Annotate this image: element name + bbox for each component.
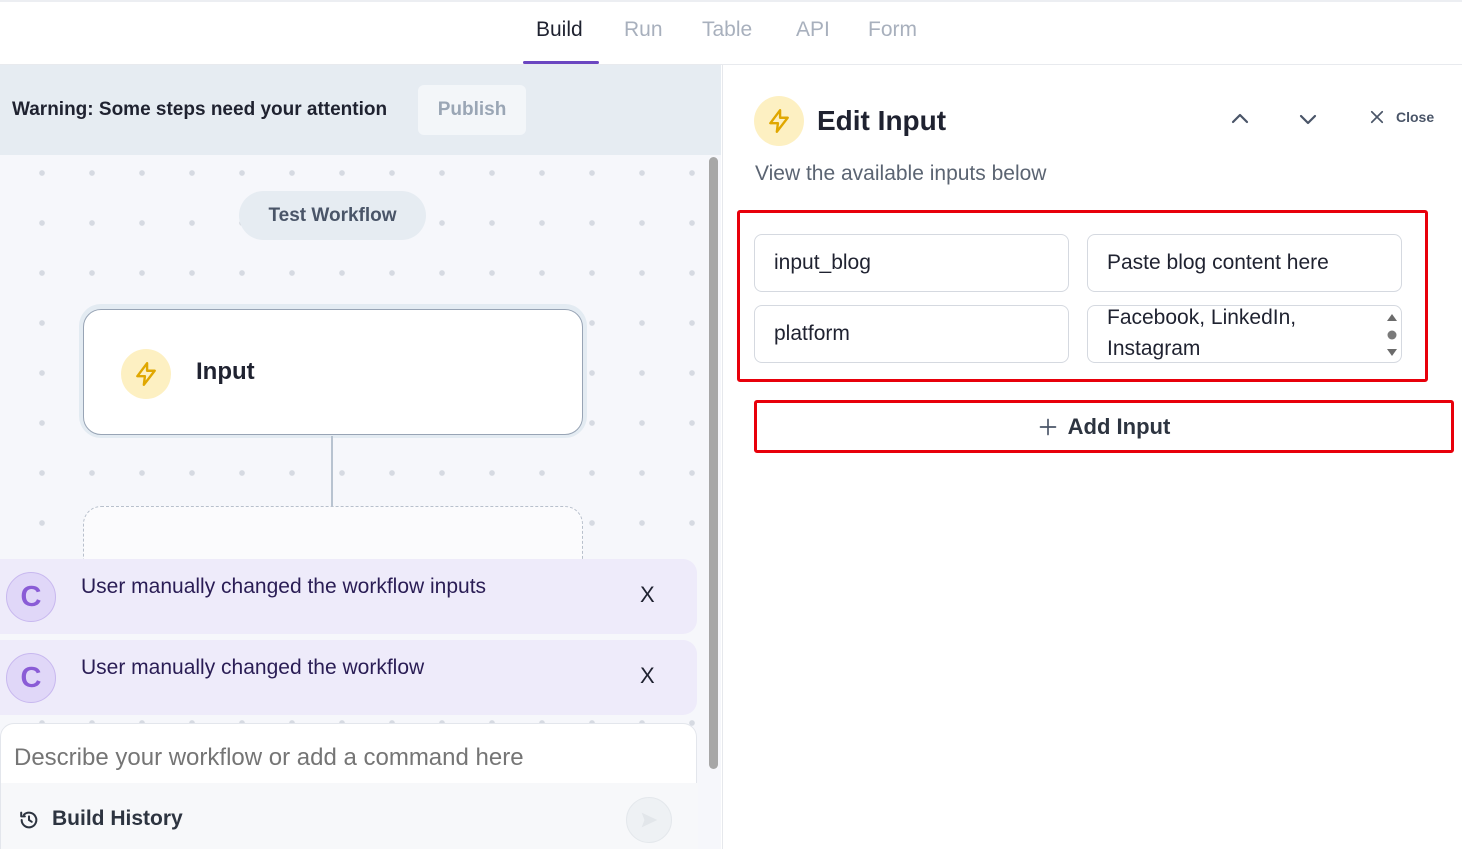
build-history-button[interactable]: Build History [52,807,183,831]
composer-footer: Build History [1,783,698,849]
plus-icon [1039,418,1057,435]
avatar: C [6,653,56,703]
node-connector [331,436,333,506]
command-input[interactable] [14,744,674,772]
notification-text: User manually changed the workflow input… [81,575,487,598]
warning-bar: Warning: Some steps need your attention … [0,65,721,155]
publish-button[interactable]: Publish [418,85,526,135]
tab-build[interactable]: Build [536,18,583,42]
workflow-builder-panel: Warning: Some steps need your attention … [0,65,721,849]
send-icon [641,812,658,828]
textarea-scrollbar[interactable] [1386,312,1398,358]
input-node[interactable]: Input [83,309,583,435]
notification-item: C User manually changed the workflow inp… [0,559,697,634]
chevron-up-icon[interactable] [1228,107,1252,131]
active-tab-indicator [523,61,599,64]
avatar: C [6,572,56,622]
warning-text: Warning: Some steps need your attention [12,99,388,120]
input-value-textarea[interactable]: Facebook, LinkedIn, Instagram [1087,305,1402,363]
lightning-icon [754,96,804,146]
add-input-label: Add Input [1067,413,1171,439]
input-name-field[interactable]: input_blog [754,234,1069,292]
textarea-text: Facebook, LinkedIn, Instagram [1107,306,1297,360]
test-workflow-button[interactable]: Test Workflow [239,191,426,240]
panel-subtitle: View the available inputs below [755,162,1047,185]
notification-close-button[interactable]: X [640,582,655,608]
tab-api[interactable]: API [796,18,830,42]
notification-close-button[interactable]: X [640,663,655,689]
tab-form[interactable]: Form [868,18,917,42]
panel-title: Edit Input [817,105,947,136]
close-icon [1370,110,1384,124]
history-icon[interactable] [18,809,40,831]
edit-input-panel: Edit Input Close View the available inpu… [722,65,1462,849]
input-node-title: Input [196,358,255,385]
close-label: Close [1396,109,1435,125]
input-value-field[interactable]: Paste blog content here [1087,234,1402,292]
tab-table[interactable]: Table [702,18,752,42]
add-input-button[interactable]: Add Input [754,400,1454,453]
chevron-down-icon[interactable] [1296,107,1320,131]
scrollbar-thumb[interactable] [709,157,718,769]
lightning-icon [121,349,171,399]
close-button[interactable]: Close [1368,108,1434,126]
command-composer: Build History [0,723,698,849]
send-button[interactable] [626,797,672,843]
canvas-scrollbar[interactable] [706,155,721,849]
input-name-field[interactable]: platform [754,305,1069,363]
top-nav: Build Run Table API Form [0,0,1462,65]
tab-run[interactable]: Run [624,18,663,42]
notification-text: User manually changed the workflow [81,656,425,679]
notification-item: C User manually changed the workflow X [0,640,697,715]
